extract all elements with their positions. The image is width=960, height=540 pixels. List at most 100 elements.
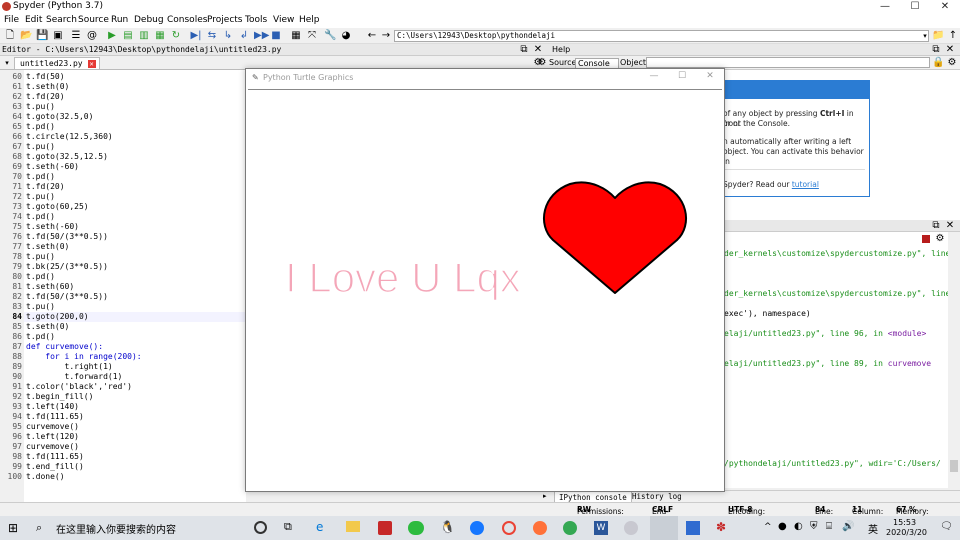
notification-icon[interactable]: 🗨 <box>940 521 953 532</box>
network-icon[interactable]: ⌸ <box>826 521 832 532</box>
code-line: t.pd() <box>26 122 55 131</box>
menu-debug[interactable]: Debug <box>134 15 164 25</box>
menu-view[interactable]: View <box>273 15 294 25</box>
clock-time[interactable]: 15:53 <box>893 518 916 527</box>
open-file-icon[interactable]: 📂 <box>20 30 32 42</box>
tray-app-icon[interactable]: ◐ <box>794 521 803 532</box>
console-tabs-menu-icon[interactable]: ▸ <box>543 492 547 500</box>
python-path-icon[interactable]: ◕ <box>340 30 352 42</box>
help-close-icon[interactable]: ✕ <box>944 44 956 56</box>
turtle-maximize-button[interactable]: ☐ <box>671 71 693 81</box>
clock-date[interactable]: 2020/3/20 <box>886 528 927 537</box>
list-icon[interactable]: ☰ <box>70 30 82 42</box>
step-return-icon[interactable]: ↲ <box>238 30 250 42</box>
help-lock-icon[interactable]: 🔒 <box>932 57 944 69</box>
undock-icon[interactable]: ⧉ <box>518 44 530 56</box>
line-number: 82 <box>12 292 22 301</box>
word-icon[interactable]: W <box>594 521 608 535</box>
back-arrow-icon[interactable]: ← <box>366 30 378 42</box>
preferences-icon[interactable]: 🔧 <box>324 30 336 42</box>
menu-run[interactable]: Run <box>111 15 128 25</box>
tray-chevron-icon[interactable]: ^ <box>764 522 772 532</box>
console-close-icon[interactable]: ✕ <box>944 220 956 232</box>
step-icon[interactable]: ⇆ <box>206 30 218 42</box>
at-icon[interactable]: @ <box>86 30 98 42</box>
menu-help[interactable]: Help <box>299 15 320 25</box>
spyder-taskbar-icon[interactable] <box>650 516 678 540</box>
parent-directory-icon[interactable]: ↑ <box>947 30 959 42</box>
task-view-icon[interactable]: ⧉ <box>284 520 292 534</box>
turtle-close-button[interactable]: ✕ <box>699 71 721 81</box>
menu-file[interactable]: File <box>4 15 19 25</box>
menu-projects[interactable]: Projects <box>207 15 242 25</box>
cortana-icon[interactable] <box>254 521 267 534</box>
menu-edit[interactable]: Edit <box>25 15 42 25</box>
help-object-input[interactable] <box>646 57 930 68</box>
help-menu-icon[interactable]: ⚙ <box>946 57 958 69</box>
line-number: 93 <box>12 402 22 411</box>
fullscreen-icon[interactable]: ⤧ <box>306 30 318 42</box>
continue-icon[interactable]: ▶▶ <box>254 30 269 42</box>
menu-tools[interactable]: Tools <box>245 15 267 25</box>
tab-close-icon[interactable]: ✕ <box>87 60 96 68</box>
browse-folder-icon[interactable]: 📁 <box>932 30 944 42</box>
wechat-icon[interactable] <box>408 521 424 535</box>
app-green-icon[interactable] <box>563 521 577 535</box>
ime-indicator[interactable]: 英 <box>868 521 878 536</box>
path-dropdown-icon[interactable]: ▾ <box>919 30 931 42</box>
code-editor[interactable]: t.fd(50) t.seth(0) t.fd(20) t.pu() t.goto(32… <box>24 70 246 510</box>
turtle-graphics-window[interactable]: ✎ Python Turtle Graphics — ☐ ✕ I Love U … <box>245 68 725 492</box>
code-line: t.begin_fill() <box>26 392 94 401</box>
windows-start-icon[interactable]: ⊞ <box>8 522 20 534</box>
qq-icon[interactable]: 🐧 <box>440 520 455 534</box>
history-log-tab[interactable]: History log <box>632 492 682 501</box>
console-scrollbar[interactable] <box>948 232 960 488</box>
maximize-button[interactable]: ☐ <box>900 0 930 14</box>
browse-tabs-icon[interactable]: ▾ <box>1 57 13 69</box>
save-icon[interactable]: 💾 <box>36 30 48 42</box>
save-all-icon[interactable]: ▣ <box>52 30 64 42</box>
chrome-icon[interactable] <box>502 521 516 535</box>
run-cell-icon[interactable]: ▤ <box>122 30 134 42</box>
console-undock-icon[interactable]: ⧉ <box>930 220 942 232</box>
app-blue-icon[interactable] <box>470 521 484 535</box>
python-turtle-taskbar-icon[interactable]: ✽ <box>716 520 726 534</box>
menu-search[interactable]: Search <box>46 15 77 25</box>
close-button[interactable]: ✕ <box>930 0 960 14</box>
edge-icon[interactable]: e <box>316 520 323 534</box>
new-file-icon[interactable]: 🗋 <box>4 30 16 42</box>
volume-icon[interactable]: 🔊 <box>842 521 854 532</box>
rerun-icon[interactable]: ↻ <box>170 30 182 42</box>
pane-close-icon[interactable]: ✕ <box>532 44 544 56</box>
run-icon[interactable]: ▶ <box>106 30 118 42</box>
interrupt-kernel-icon[interactable] <box>922 235 930 243</box>
forward-arrow-icon[interactable]: → <box>380 30 392 42</box>
search-icon[interactable]: ⌕ <box>36 521 42 535</box>
tray-wechat-icon[interactable]: ● <box>778 521 787 532</box>
debug-icon[interactable]: ▶| <box>190 30 202 42</box>
run-cell-advance-icon[interactable]: ▥ <box>138 30 150 42</box>
app-wave-icon[interactable] <box>686 521 700 535</box>
stop-icon[interactable]: ■ <box>270 30 282 42</box>
tutorial-link[interactable]: tutorial <box>792 180 819 189</box>
taskbar-search-input[interactable]: 在这里输入你要搜索的内容 <box>56 521 176 536</box>
step-into-icon[interactable]: ↳ <box>222 30 234 42</box>
maximize-pane-icon[interactable]: ▦ <box>290 30 302 42</box>
working-directory-input[interactable]: C:\Users\12943\Desktop\pythondelaji <box>394 30 929 42</box>
minimize-button[interactable]: — <box>870 0 900 14</box>
line-number: 61 <box>12 82 22 91</box>
console-options-icon[interactable]: ⚙ <box>934 233 946 245</box>
toolbar: 🗋 📂 💾 ▣ ☰ @ ▶ ▤ ▥ ▦ ↻ ▶| ⇆ ↳ ↲ ▶▶ ■ ▦ ⤧ … <box>0 28 960 44</box>
turtle-minimize-button[interactable]: — <box>643 71 665 81</box>
menu-source[interactable]: Source <box>78 15 109 25</box>
menu-consoles[interactable]: Consoles <box>167 15 207 25</box>
editor-tab-untitled23[interactable]: untitled23.py ✕ <box>14 57 100 69</box>
app-gray-icon[interactable] <box>624 521 638 535</box>
run-selection-icon[interactable]: ▦ <box>154 30 166 42</box>
scrollbar-thumb[interactable] <box>950 460 958 472</box>
file-explorer-icon[interactable] <box>346 521 360 532</box>
app-red-icon[interactable] <box>378 521 392 535</box>
firefox-icon[interactable] <box>533 521 547 535</box>
help-undock-icon[interactable]: ⧉ <box>930 44 942 56</box>
tray-shield-icon[interactable]: ⛨ <box>810 521 818 532</box>
